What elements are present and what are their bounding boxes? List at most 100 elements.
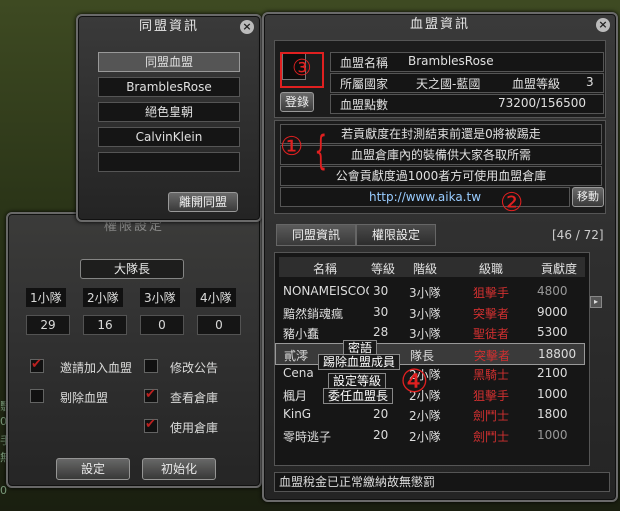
squad-3-label[interactable]: 3小隊	[140, 288, 180, 307]
cell-level: 30	[373, 284, 389, 298]
points-label: 血盟點數	[340, 98, 389, 112]
cell-job: 狙擊手	[473, 286, 510, 300]
alliance-item[interactable]: BramblesRose	[98, 77, 240, 97]
cell-contrib: 1000	[537, 386, 568, 401]
table-row[interactable]: 楓月222小隊狙擊手1000	[275, 384, 583, 404]
cell-rank: 隊長	[410, 348, 435, 363]
notice-line: 公會貢獻度過1000者方可使用血盟倉庫	[280, 166, 602, 186]
col-contrib[interactable]: 貢獻度	[541, 260, 577, 277]
table-row[interactable]: NONAMEISCOOL 30 3小隊 狙擊手 4800	[275, 281, 583, 301]
alliance-window: 同盟資訊 × 同盟血盟 BramblesRose 絕色皇朝 CalvinKlei…	[76, 14, 262, 222]
col-level[interactable]: 等級	[371, 260, 395, 277]
level-label: 血盟等級	[512, 77, 561, 91]
squad-3-count: 0	[140, 315, 184, 335]
close-icon[interactable]: ×	[596, 18, 610, 32]
notice-line: 若貢獻度在封測結束前還是0將被踢走	[280, 124, 602, 144]
cell-level: 20	[373, 427, 389, 442]
cell-rank: 2小隊	[409, 409, 441, 423]
cell-rank: 2小隊	[409, 429, 441, 444]
perm-kick-label: 剔除血盟	[60, 391, 109, 405]
alliance-item[interactable]: CalvinKlein	[98, 127, 240, 147]
move-button[interactable]: 移動	[572, 187, 604, 207]
member-count: [46 / 72]	[552, 228, 604, 242]
table-header: 名稱 等級 階級 級職 貢獻度	[279, 257, 585, 277]
alliance-item[interactable]	[98, 152, 240, 172]
cell-rank: 3小隊	[409, 306, 441, 321]
squad-1-label[interactable]: 1小隊	[26, 288, 66, 307]
squad-2-label[interactable]: 2小隊	[83, 288, 123, 307]
status-bar: 血盟稅金已正常繳納故無懲罰	[274, 472, 610, 492]
annotation-3: ③	[292, 56, 312, 81]
name-value: BramblesRose	[408, 54, 494, 68]
level-value: 3	[586, 75, 594, 89]
chat-line: 0	[0, 484, 7, 497]
context-appoint-leader[interactable]: 委任血盟長	[323, 388, 394, 404]
annotation-4: ④	[400, 362, 429, 400]
perm-view-storage-label: 查看倉庫	[170, 391, 219, 405]
alliance-item[interactable]: 絕色皇朝	[98, 102, 240, 122]
cell-rank: 3小隊	[409, 327, 441, 341]
squad-1-count: 29	[26, 315, 70, 335]
perm-view-storage-checkbox[interactable]	[144, 387, 158, 403]
alliance-window-title: 同盟資訊	[138, 19, 199, 34]
set-button[interactable]: 設定	[56, 458, 130, 480]
cell-contrib: 5300	[537, 325, 568, 339]
cell-contrib: 2100	[537, 366, 568, 380]
squad-4-count: 0	[197, 315, 241, 335]
annotation-brace: {	[314, 128, 328, 174]
cell-job: 聖徒者	[473, 327, 510, 341]
col-rank[interactable]: 階級	[413, 260, 437, 277]
cell-name: 黯然銷魂瘋	[283, 306, 344, 321]
tab-alliance-info[interactable]: 同盟資訊	[276, 224, 356, 246]
cell-contrib: 1000	[537, 427, 568, 442]
perm-invite-label: 邀請加入血盟	[60, 361, 133, 375]
cell-job: 突擊者	[474, 348, 511, 363]
reset-button[interactable]: 初始化	[142, 458, 216, 480]
cell-name: NONAMEISCOOL	[283, 284, 369, 298]
cell-rank: 3小隊	[409, 286, 441, 300]
cell-job: 劍鬥士	[473, 409, 510, 423]
cell-contrib: 4800	[537, 284, 568, 298]
cell-level: 20	[373, 407, 389, 421]
annotation-1: ①	[280, 132, 304, 162]
squad-4-label[interactable]: 4小隊	[196, 288, 236, 307]
cell-level: 30	[373, 304, 389, 319]
perm-use-storage-label: 使用倉庫	[170, 421, 219, 435]
table-row[interactable]: 黯然銷魂瘋 30 3小隊 突擊者 9000	[275, 302, 583, 322]
name-label: 血盟名稱	[340, 56, 389, 70]
cell-name: KinG	[283, 407, 312, 421]
guild-window-title: 血盟資訊	[409, 17, 470, 32]
context-kick-member[interactable]: 踢除血盟成員	[318, 354, 401, 370]
permission-window: 權限設定 大隊長 1小隊 2小隊 3小隊 4小隊 29 16 0 0 邀請加入血…	[6, 212, 262, 488]
country-value: 天之國-藍國	[416, 77, 481, 91]
cell-contrib: 1800	[537, 407, 568, 421]
rank-select[interactable]: 大隊長	[80, 259, 184, 279]
perm-notice-label: 修改公告	[170, 361, 219, 375]
table-row[interactable]: 零時逃子 20 2小隊 劍鬥士 1000	[275, 425, 583, 445]
register-button[interactable]: 登錄	[280, 92, 314, 112]
col-name[interactable]: 名稱	[313, 260, 337, 277]
squad-2-count: 16	[83, 315, 127, 335]
perm-notice-checkbox[interactable]	[144, 359, 158, 373]
guild-url[interactable]: http://www.aika.tw	[280, 187, 570, 207]
close-icon[interactable]: ×	[240, 20, 254, 34]
perm-invite-checkbox[interactable]	[30, 357, 44, 373]
context-set-level[interactable]: 設定等級	[328, 373, 387, 389]
annotation-2: ②	[500, 188, 524, 218]
leave-alliance-button[interactable]: 離開同盟	[168, 192, 238, 212]
col-job[interactable]: 級職	[479, 260, 503, 277]
table-row[interactable]: 豬小蠢 28 3小隊 聖徒者 5300	[275, 322, 583, 342]
alliance-item[interactable]: 同盟血盟	[98, 52, 240, 72]
cell-job: 黑騎士	[473, 368, 510, 382]
perm-kick-checkbox[interactable]	[30, 389, 44, 403]
cell-job: 劍鬥士	[473, 429, 510, 444]
scrollbar[interactable]: ▸	[590, 296, 602, 308]
tab-permissions[interactable]: 權限設定	[356, 224, 436, 246]
table-row[interactable]: KinG 20 2小隊 劍鬥士 1800	[275, 404, 583, 424]
cell-level: 28	[373, 325, 389, 339]
cell-contrib: 18800	[538, 346, 577, 361]
cell-job: 突擊者	[473, 306, 510, 321]
cell-name: 零時逃子	[283, 429, 332, 444]
points-value: 73200/156500	[498, 96, 587, 110]
perm-use-storage-checkbox[interactable]	[144, 417, 158, 433]
